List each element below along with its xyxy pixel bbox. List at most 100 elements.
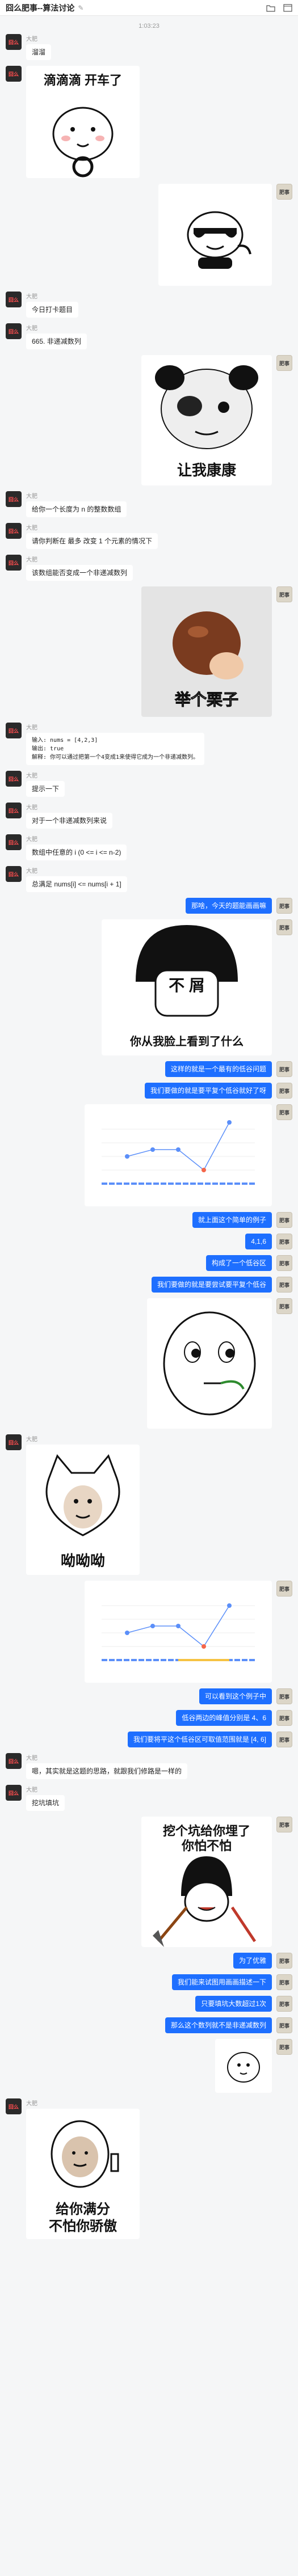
avatar[interactable]: 肥事 xyxy=(276,184,292,200)
window-icon[interactable] xyxy=(283,3,292,12)
avatar[interactable]: 囧么 xyxy=(6,803,22,818)
avatar[interactable]: 囧么 xyxy=(6,723,22,738)
avatar[interactable]: 囧么 xyxy=(6,834,22,850)
avatar[interactable]: 囧么 xyxy=(6,1434,22,1450)
message-row: 囧么 大肥 呦呦呦 xyxy=(0,1434,298,1575)
avatar[interactable]: 肥事 xyxy=(276,1710,292,1726)
message-bubble: 为了优雅 xyxy=(233,1953,272,1969)
avatar[interactable]: 囧么 xyxy=(6,866,22,882)
avatar[interactable]: 肥事 xyxy=(276,1255,292,1271)
avatar[interactable]: 肥事 xyxy=(276,1298,292,1314)
avatar[interactable]: 肥事 xyxy=(276,1234,292,1249)
avatar[interactable]: 肥事 xyxy=(276,1581,292,1597)
avatar[interactable]: 肥事 xyxy=(276,355,292,371)
sender-name: 大肥 xyxy=(26,1437,37,1443)
message-bubble: 低谷两边的峰值分别是 4、6 xyxy=(176,1710,272,1726)
sticker-image[interactable]: 呦呦呦 xyxy=(26,1445,140,1575)
folder-icon[interactable] xyxy=(266,4,275,12)
sticker-subcaption: 不怕你骄傲 xyxy=(49,2219,117,2234)
avatar[interactable]: 肥事 xyxy=(276,1974,292,1990)
data-point xyxy=(227,1120,232,1125)
avatar[interactable]: 囧么 xyxy=(6,323,22,339)
avatar[interactable]: 肥事 xyxy=(276,898,292,914)
message-row: 不 屑 你从我脸上看到了什么 肥事 xyxy=(0,919,298,1055)
message-bubble: 数组中任意的 i (0 <= i <= n-2) xyxy=(26,844,127,860)
avatar[interactable]: 肥事 xyxy=(276,1212,292,1228)
data-point xyxy=(176,1147,181,1152)
sticker-image[interactable]: 滴滴滴 开车了 xyxy=(26,66,140,178)
sticker-image[interactable] xyxy=(158,184,272,286)
valley-range-chart-image[interactable] xyxy=(85,1581,272,1683)
avatar[interactable]: 囧么 xyxy=(6,1753,22,1769)
avatar[interactable]: 囧么 xyxy=(6,491,22,507)
data-point xyxy=(150,1147,155,1152)
sticker-image[interactable] xyxy=(215,2039,272,2093)
avatar[interactable]: 囧么 xyxy=(6,66,22,82)
avatar[interactable]: 肥事 xyxy=(276,586,292,602)
message-row: 那么这个数列就不是非递减数列 肥事 xyxy=(0,2017,298,2033)
message-bubble: 只要填坑大数超过1次 xyxy=(195,1996,272,2012)
avatar[interactable]: 囧么 xyxy=(6,1785,22,1801)
message-row: 囧么 大肥 对于一个非递减数列来说 xyxy=(0,803,298,829)
sticker-caption: 不 屑 xyxy=(169,977,205,994)
message-bubble: 665. 非递减数列 xyxy=(26,333,87,349)
sticker-image[interactable]: 给你满分 不怕你骄傲 xyxy=(26,2109,140,2239)
avatar[interactable]: 肥事 xyxy=(276,919,292,935)
message-row: 囧么 大肥 总满足 nums[i] <= nums[i + 1] xyxy=(0,866,298,892)
message-bubble: 提示一下 xyxy=(26,781,65,797)
avatar[interactable]: 肥事 xyxy=(276,1817,292,1832)
avatar[interactable]: 肥事 xyxy=(276,1953,292,1969)
avatar[interactable]: 肥事 xyxy=(276,1277,292,1293)
avatar[interactable]: 囧么 xyxy=(6,34,22,50)
avatar[interactable]: 肥事 xyxy=(276,1104,292,1120)
cat-face xyxy=(45,1454,120,1536)
avatar[interactable]: 囧么 xyxy=(6,2098,22,2114)
message-bubble: 挖坑填坑 xyxy=(26,1795,65,1811)
avatar[interactable]: 囧么 xyxy=(6,555,22,571)
avatar[interactable]: 囧么 xyxy=(6,523,22,539)
sender-name: 大肥 xyxy=(26,1755,37,1762)
message-bubble: 对于一个非递减数列来说 xyxy=(26,813,113,829)
avatar[interactable]: 肥事 xyxy=(276,2039,292,2055)
message-row: 囧么 大肥 请你判断在 最多 改变 1 个元素的情况下 xyxy=(0,523,298,549)
message-row: 肥事 xyxy=(0,1104,298,1206)
message-row: 囧么 大肥 提示一下 xyxy=(0,771,298,797)
message-row: 肥事 xyxy=(0,2039,298,2093)
valley-chart-image[interactable] xyxy=(85,1104,272,1206)
sticker-image[interactable]: 不 屑 你从我脸上看到了什么 xyxy=(102,919,272,1055)
sticker-caption: 滴滴滴 开车了 xyxy=(43,73,123,87)
message-row: 我们要做的就是要平复个低谷就好了呀 肥事 xyxy=(0,1083,298,1099)
sticker-image[interactable]: 让我康康 xyxy=(141,355,272,485)
example-explanation: 解释: 你可以通过把第一个4变成1来使得它成为一个非递减数列。 xyxy=(32,754,199,761)
panda-face xyxy=(155,365,258,449)
edit-icon[interactable]: ✎ xyxy=(78,4,83,12)
range-band xyxy=(178,1659,229,1661)
sticker-image[interactable]: 举个栗子 xyxy=(141,586,272,717)
avatar[interactable]: 肥事 xyxy=(276,1732,292,1747)
avatar[interactable]: 肥事 xyxy=(276,1996,292,2012)
message-row: 这样的就是一个最有的低谷问题 肥事 xyxy=(0,1061,298,1077)
sticker-image[interactable] xyxy=(147,1298,272,1429)
sender-name: 大肥 xyxy=(26,326,37,332)
message-row: 囧么 大肥 该数组能否变成一个非递减数列 xyxy=(0,555,298,581)
sender-name: 大肥 xyxy=(26,868,37,875)
message-row: 那啥，今天的题能画画嘛 肥事 xyxy=(0,898,298,914)
example-output: 输出: true xyxy=(32,746,64,752)
avatar[interactable]: 肥事 xyxy=(276,1061,292,1077)
avatar[interactable]: 囧么 xyxy=(6,771,22,787)
sticker-caption: 呦呦呦 xyxy=(60,1552,105,1569)
sender-name: 大肥 xyxy=(26,36,37,43)
data-point xyxy=(125,1154,129,1159)
sticker-image[interactable]: 挖个坑给你埋了 你怕不怕 xyxy=(141,1817,272,1947)
sender-name: 大肥 xyxy=(26,837,37,843)
message-row: 就上面这个简单的例子 肥事 xyxy=(0,1212,298,1228)
message-row: 构成了一个低谷区 肥事 xyxy=(0,1255,298,1271)
avatar[interactable]: 肥事 xyxy=(276,1688,292,1704)
avatar[interactable]: 囧么 xyxy=(6,292,22,307)
avatar[interactable]: 肥事 xyxy=(276,2017,292,2033)
message-row: 囧么 大肥 挖坑填坑 xyxy=(0,1785,298,1811)
sticker-caption: 举个栗子 xyxy=(174,691,238,709)
message-row: 囧么 大肥 输入: nums = [4,2,3] 输出: true 解释: 你可… xyxy=(0,723,298,765)
avatar[interactable]: 肥事 xyxy=(276,1083,292,1099)
message-row: 囧么 大肥 665. 非递减数列 xyxy=(0,323,298,349)
